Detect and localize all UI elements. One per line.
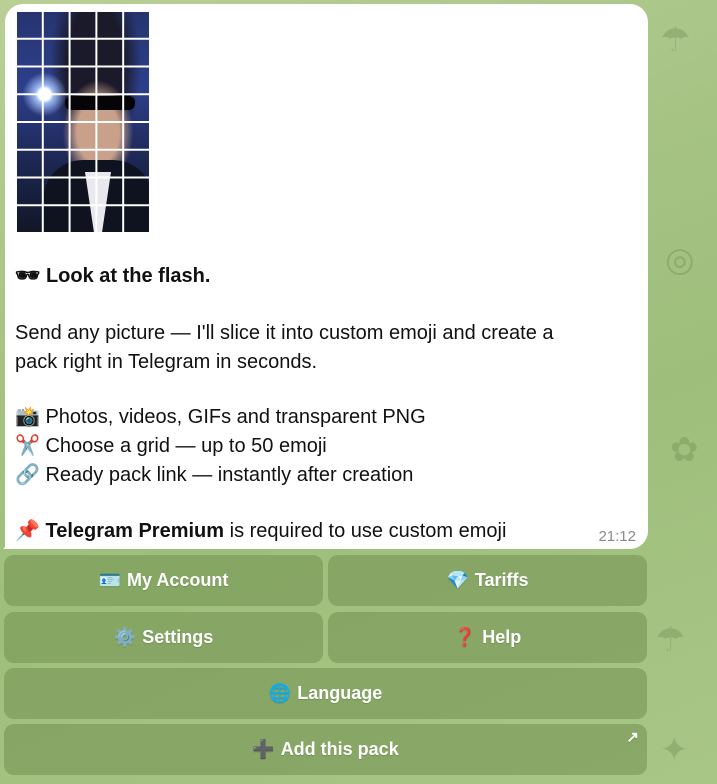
headline-text: Look at the flash. — [45, 265, 211, 287]
scissors-icon: ✂️ — [15, 435, 40, 457]
button-label: Settings — [142, 627, 214, 647]
preview-grid-overlay — [15, 10, 149, 232]
premium-rest: is required to use custom emoji — [224, 520, 507, 542]
external-link-arrow-icon: ↗ — [626, 729, 639, 746]
button-label: Language — [297, 683, 383, 703]
tariffs-button[interactable]: 💎 Tariffs — [328, 555, 647, 606]
add-pack-button[interactable]: ➕ Add this pack ↗ — [4, 724, 647, 775]
feature-item: 🔗 Ready pack link — instantly after crea… — [15, 461, 413, 490]
feature-item: ✂️ Choose a grid — up to 50 emoji — [15, 432, 327, 461]
id-card-icon: 🪪 — [98, 570, 122, 590]
pushpin-icon: 📌 — [15, 520, 40, 542]
button-label: Help — [482, 627, 522, 647]
button-label: My Account — [127, 570, 229, 590]
sunglasses-icon: 🕶 — [15, 265, 41, 287]
message-timestamp: 21:12 — [598, 528, 636, 545]
premium-bold: Telegram Premium — [45, 520, 225, 542]
premium-note: 📌 Telegram Premium is required to use cu… — [15, 517, 506, 546]
question-icon: ❓ — [453, 627, 477, 647]
globe-icon: 🌐 — [268, 683, 292, 703]
gear-icon: ⚙️ — [113, 627, 137, 647]
doodle-icon: ☂ — [655, 621, 686, 659]
feature-text: Choose a grid — up to 50 emoji — [45, 435, 327, 457]
sliced-image-preview[interactable] — [15, 10, 149, 232]
doodle-icon: ✦ — [660, 731, 689, 769]
feature-item: 📸 Photos, videos, GIFs and transparent P… — [15, 403, 426, 432]
doodle-icon: ◎ — [665, 241, 695, 279]
button-label: Tariffs — [474, 570, 529, 590]
button-label: Add this pack — [280, 739, 399, 759]
message-bubble: 🕶 Look at the flash. Send any picture — … — [3, 4, 648, 549]
intro-line-1: Send any picture — I'll slice it into cu… — [15, 322, 554, 344]
headline-line: 🕶 Look at the flash. — [15, 262, 210, 291]
feature-text: Photos, videos, GIFs and transparent PNG — [45, 406, 426, 428]
camera-icon: 📸 — [15, 406, 40, 428]
gem-icon: 💎 — [446, 570, 469, 590]
plus-icon: ➕ — [252, 739, 275, 759]
help-button[interactable]: ❓ Help — [328, 612, 647, 663]
feature-text: Ready pack link — instantly after creati… — [45, 464, 414, 486]
language-button[interactable]: 🌐 Language — [4, 668, 647, 719]
doodle-icon: ✿ — [670, 431, 699, 469]
my-account-button[interactable]: 🪪 My Account — [4, 555, 323, 606]
doodle-icon: ☂ — [660, 21, 691, 59]
intro-line-2: pack right in Telegram in seconds. — [15, 351, 318, 373]
settings-button[interactable]: ⚙️ Settings — [4, 612, 323, 663]
link-icon: 🔗 — [15, 464, 40, 486]
